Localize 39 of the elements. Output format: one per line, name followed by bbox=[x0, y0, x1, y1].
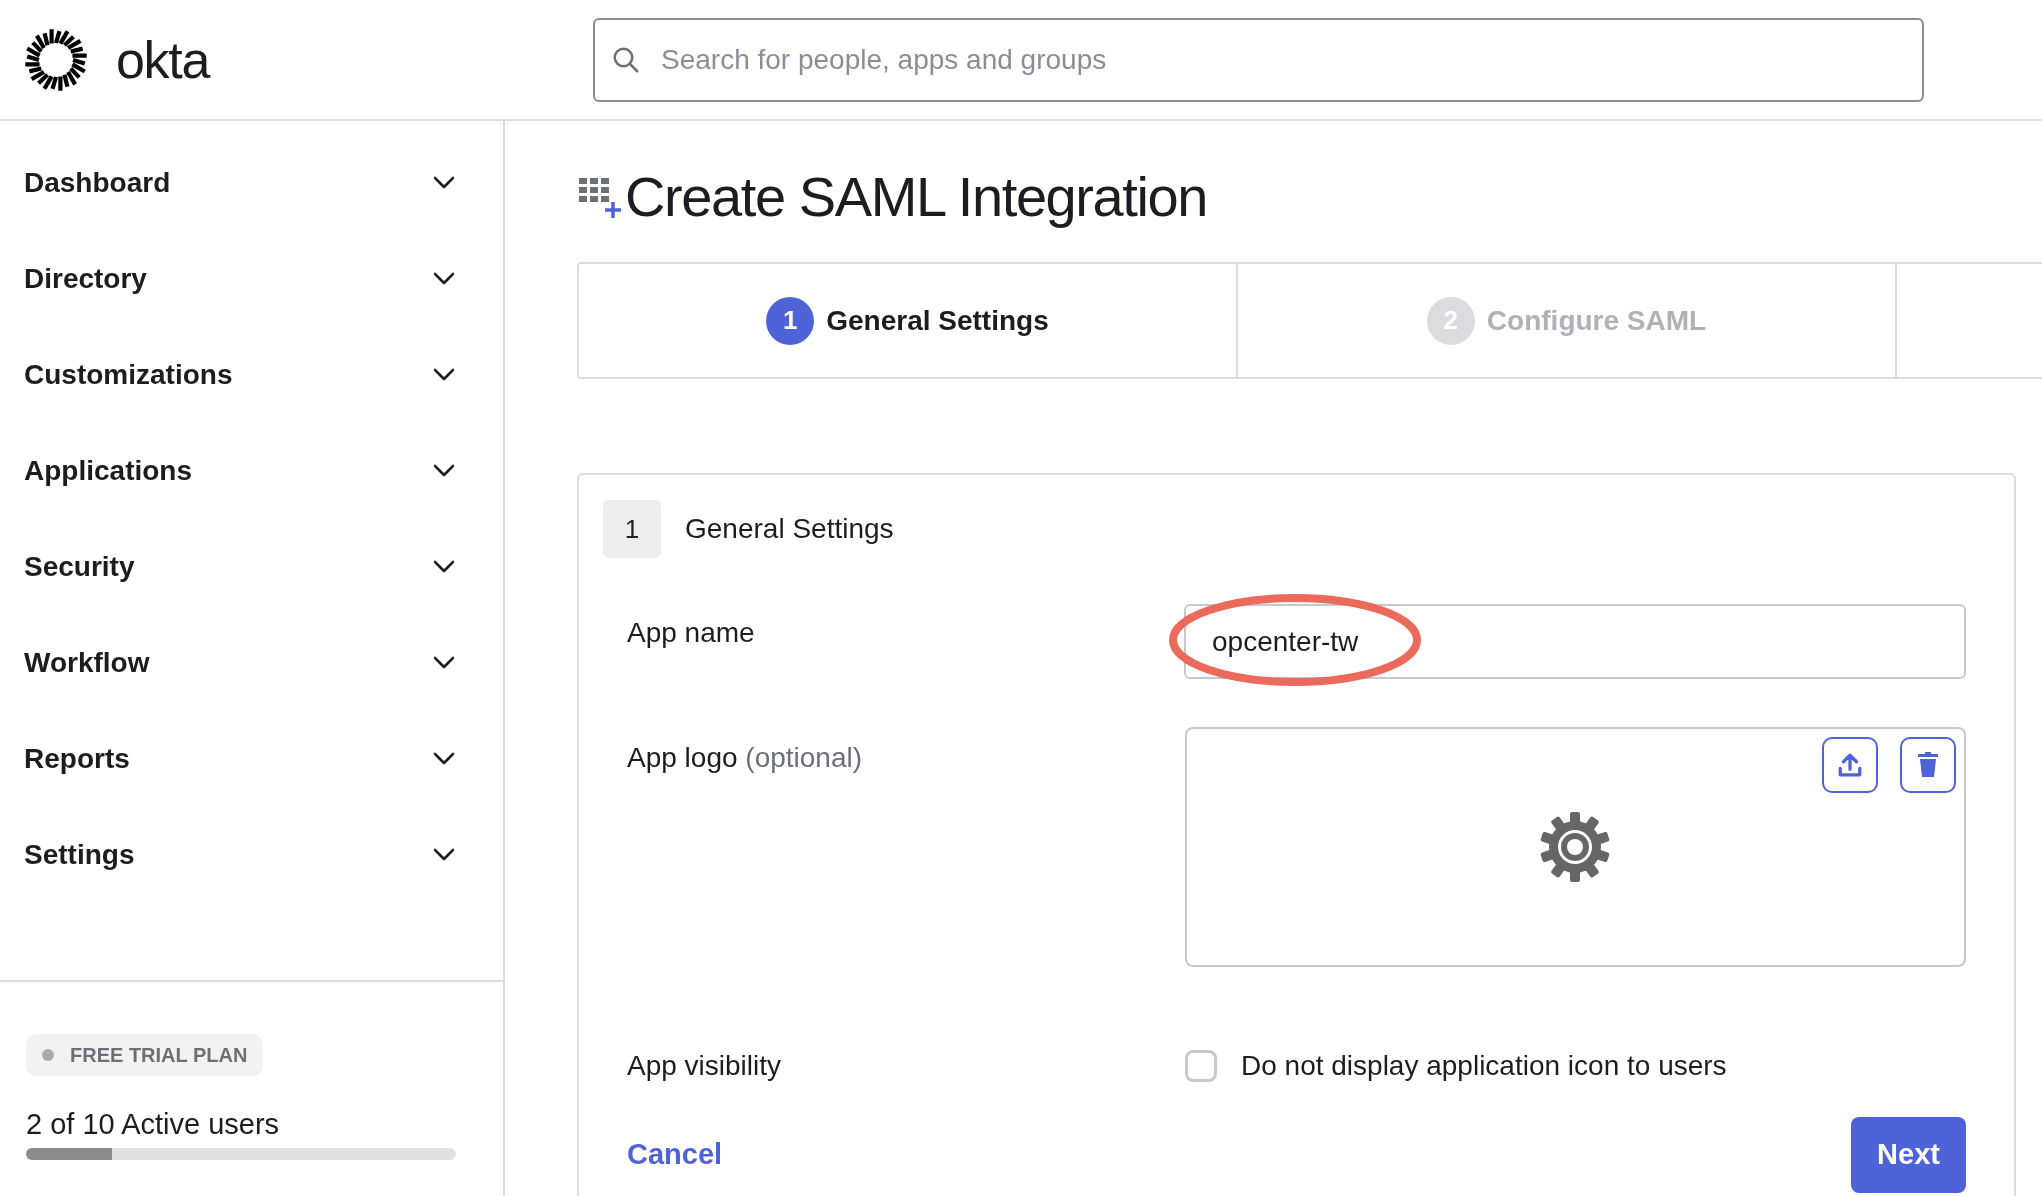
checkbox-label: Do not display application icon to users bbox=[1241, 1049, 1727, 1083]
nav-item[interactable]: Security bbox=[0, 519, 503, 615]
app-name-field[interactable]: opcenter-tw bbox=[1184, 604, 1966, 679]
chevron-icon bbox=[433, 176, 455, 190]
section-number: 1 bbox=[603, 500, 661, 558]
section-title: General Settings bbox=[685, 512, 894, 546]
chevron-icon bbox=[433, 560, 455, 574]
chevron-icon bbox=[433, 368, 455, 382]
chevron-icon bbox=[433, 464, 455, 478]
nav-item[interactable]: Settings bbox=[0, 807, 503, 903]
plan-label: FREE TRIAL PLAN bbox=[70, 1043, 248, 1068]
cancel-link[interactable]: Cancel bbox=[627, 1133, 723, 1177]
nav-item[interactable]: Directory bbox=[0, 231, 503, 327]
field-label: App name bbox=[626, 616, 756, 650]
chevron-icon bbox=[433, 752, 455, 766]
chevron-icon bbox=[433, 848, 455, 862]
nav-item[interactable]: Reports bbox=[0, 711, 503, 807]
nav-item[interactable]: Dashboard bbox=[0, 135, 503, 231]
nav-item[interactable]: Customizations bbox=[0, 327, 503, 423]
next-button[interactable]: Next bbox=[1851, 1117, 1966, 1193]
trash-icon bbox=[1917, 752, 1939, 778]
delete-button[interactable] bbox=[1900, 737, 1956, 793]
page-title: Create SAML Integration bbox=[625, 164, 1208, 230]
upload-button[interactable] bbox=[1822, 737, 1878, 793]
field-label: App visibility bbox=[626, 1049, 783, 1083]
sunburst-logo-icon bbox=[24, 27, 88, 92]
step-number: 1 bbox=[766, 296, 815, 345]
search-field[interactable]: Search for people, apps and groups bbox=[593, 17, 1924, 102]
step-tab[interactable]: 1 General Settings bbox=[579, 264, 1238, 377]
chevron-icon bbox=[433, 656, 455, 670]
upload-icon bbox=[1837, 752, 1863, 778]
chevron-icon bbox=[433, 272, 455, 286]
checkbox[interactable] bbox=[1185, 1050, 1217, 1082]
gear-icon bbox=[1539, 811, 1612, 883]
logo-text: okta bbox=[116, 29, 210, 91]
nav-item[interactable]: Applications bbox=[0, 423, 503, 519]
nav-item[interactable]: Workflow bbox=[0, 615, 503, 711]
field-label: App logo (optional) bbox=[626, 741, 864, 775]
active-users-text: 2 of 10 Active users bbox=[26, 1107, 281, 1142]
